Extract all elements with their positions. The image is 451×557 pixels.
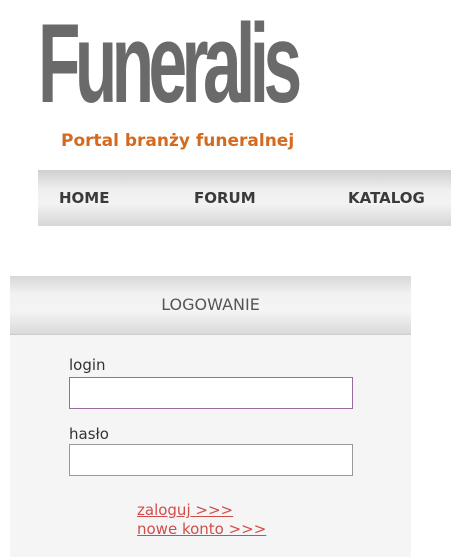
password-field-label: hasło [69, 425, 109, 443]
login-panel-title: LOGOWANIE [10, 276, 411, 335]
login-panel: LOGOWANIE login hasło zaloguj >>> nowe k… [10, 276, 411, 557]
logo-tagline: Portal branży funeralnej [61, 131, 295, 151]
login-input[interactable] [69, 377, 353, 409]
login-field-label: login [69, 356, 106, 374]
main-navigation: HOME FORUM KATALOG [38, 170, 451, 226]
site-logo[interactable]: Funeralis Portal branży funeralnej [38, 8, 398, 158]
password-input[interactable] [69, 444, 353, 476]
login-submit-link[interactable]: zaloguj >>> [137, 501, 233, 519]
nav-item-forum[interactable]: FORUM [194, 170, 256, 226]
nav-item-katalog[interactable]: KATALOG [348, 170, 425, 226]
nav-item-home[interactable]: HOME [59, 170, 109, 226]
logo-wordmark: Funeralis [38, 1, 302, 126]
page: Funeralis Portal branży funeralnej HOME … [0, 0, 451, 557]
register-link[interactable]: nowe konto >>> [137, 520, 266, 538]
